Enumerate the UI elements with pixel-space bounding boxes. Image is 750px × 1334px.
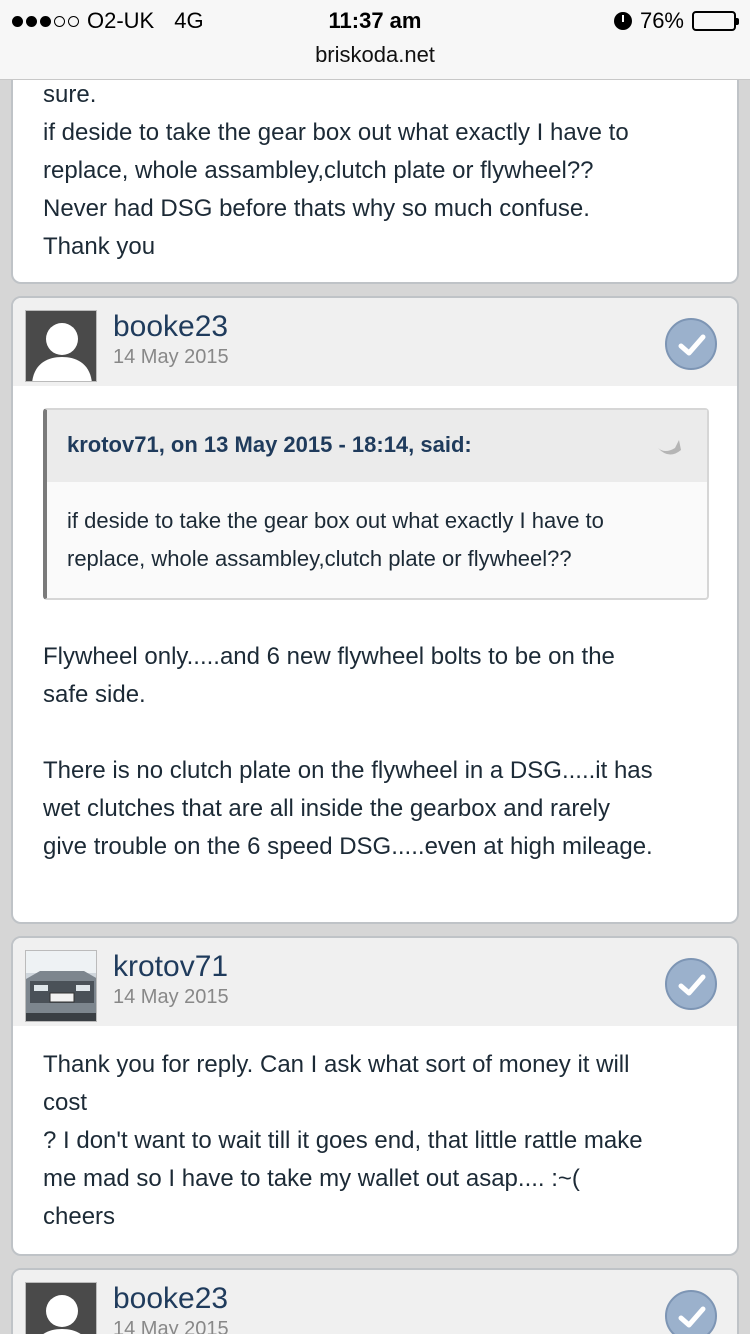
quote-body: if deside to take the gear box out what … xyxy=(47,482,707,598)
post-line: Thank you for reply. Can I ask what sort… xyxy=(43,1051,630,1078)
post-header: booke23 14 May 2015 xyxy=(13,298,737,386)
avatar[interactable] xyxy=(25,1282,97,1334)
checkmark-icon xyxy=(678,334,706,356)
username-link[interactable]: booke23 xyxy=(113,310,228,344)
username-link[interactable]: booke23 xyxy=(113,1282,228,1316)
battery-icon xyxy=(692,11,739,31)
mark-answer-button[interactable] xyxy=(665,318,717,370)
checkmark-icon xyxy=(678,974,706,996)
car-avatar-icon xyxy=(26,951,96,1021)
post-line: Thank you xyxy=(43,233,156,260)
mark-answer-button[interactable] xyxy=(665,1290,717,1334)
post-date: 14 May 2015 xyxy=(113,346,229,368)
url-domain[interactable]: briskoda.net xyxy=(0,42,750,68)
post-card: booke23 14 May 2015 krotov71, on 13 May … xyxy=(11,296,739,924)
quote-link-icon[interactable] xyxy=(655,436,685,456)
post-line: give trouble on the 6 speed DSG.....even… xyxy=(43,833,653,860)
username-link[interactable]: krotov71 xyxy=(113,950,228,984)
avatar[interactable] xyxy=(25,950,97,1022)
alarm-icon xyxy=(613,12,632,30)
post-line: me mad so I have to take my wallet out a… xyxy=(43,1165,580,1192)
post-header: booke23 14 May 2015 xyxy=(13,1270,737,1334)
default-avatar-icon xyxy=(26,1283,96,1334)
post-line: sure. xyxy=(43,81,97,108)
default-avatar-icon xyxy=(26,311,96,381)
post-body: Flywheel only.....and 6 new flywheel bol… xyxy=(13,638,683,866)
quote-header: krotov71, on 13 May 2015 - 18:14, said: xyxy=(47,410,707,482)
post-body: Thank you for reply. Can I ask what sort… xyxy=(13,1026,737,1236)
post-date: 14 May 2015 xyxy=(113,1318,229,1334)
post-line: ? I don't want to wait till it goes end,… xyxy=(43,1127,643,1154)
mark-answer-button[interactable] xyxy=(665,958,717,1010)
checkmark-icon xyxy=(678,1306,706,1328)
post-card: sure. if deside to take the gear box out… xyxy=(11,50,739,284)
post-card: booke23 14 May 2015 xyxy=(11,1268,739,1334)
post-line: if deside to take the gear box out what … xyxy=(43,119,629,146)
post-line: cheers xyxy=(43,1203,116,1230)
post-line: cost xyxy=(43,1089,88,1116)
post-line: There is no clutch plate on the flywheel… xyxy=(43,757,653,784)
post-line: safe side. xyxy=(43,681,146,708)
post-card: krotov71 14 May 2015 Thank you for reply… xyxy=(11,936,739,1256)
post-line: Never had DSG before thats why so much c… xyxy=(43,195,590,222)
post-line: wet clutches that are all inside the gea… xyxy=(43,795,610,822)
quote-block: krotov71, on 13 May 2015 - 18:14, said: … xyxy=(43,408,709,600)
post-date: 14 May 2015 xyxy=(113,986,229,1008)
status-bar: O2-UK 4G 11:37 am 76% briskoda.net xyxy=(0,0,750,80)
avatar[interactable] xyxy=(25,310,97,382)
post-line: Flywheel only.....and 6 new flywheel bol… xyxy=(43,643,615,670)
quote-line: replace, whole assambley,clutch plate or… xyxy=(67,546,572,571)
battery-percent: 76% xyxy=(639,8,684,33)
post-header: krotov71 14 May 2015 xyxy=(13,938,737,1026)
post-body: sure. if deside to take the gear box out… xyxy=(13,52,737,266)
post-line: replace, whole assambley,clutch plate or… xyxy=(43,157,594,184)
quote-line: if deside to take the gear box out what … xyxy=(67,508,604,533)
